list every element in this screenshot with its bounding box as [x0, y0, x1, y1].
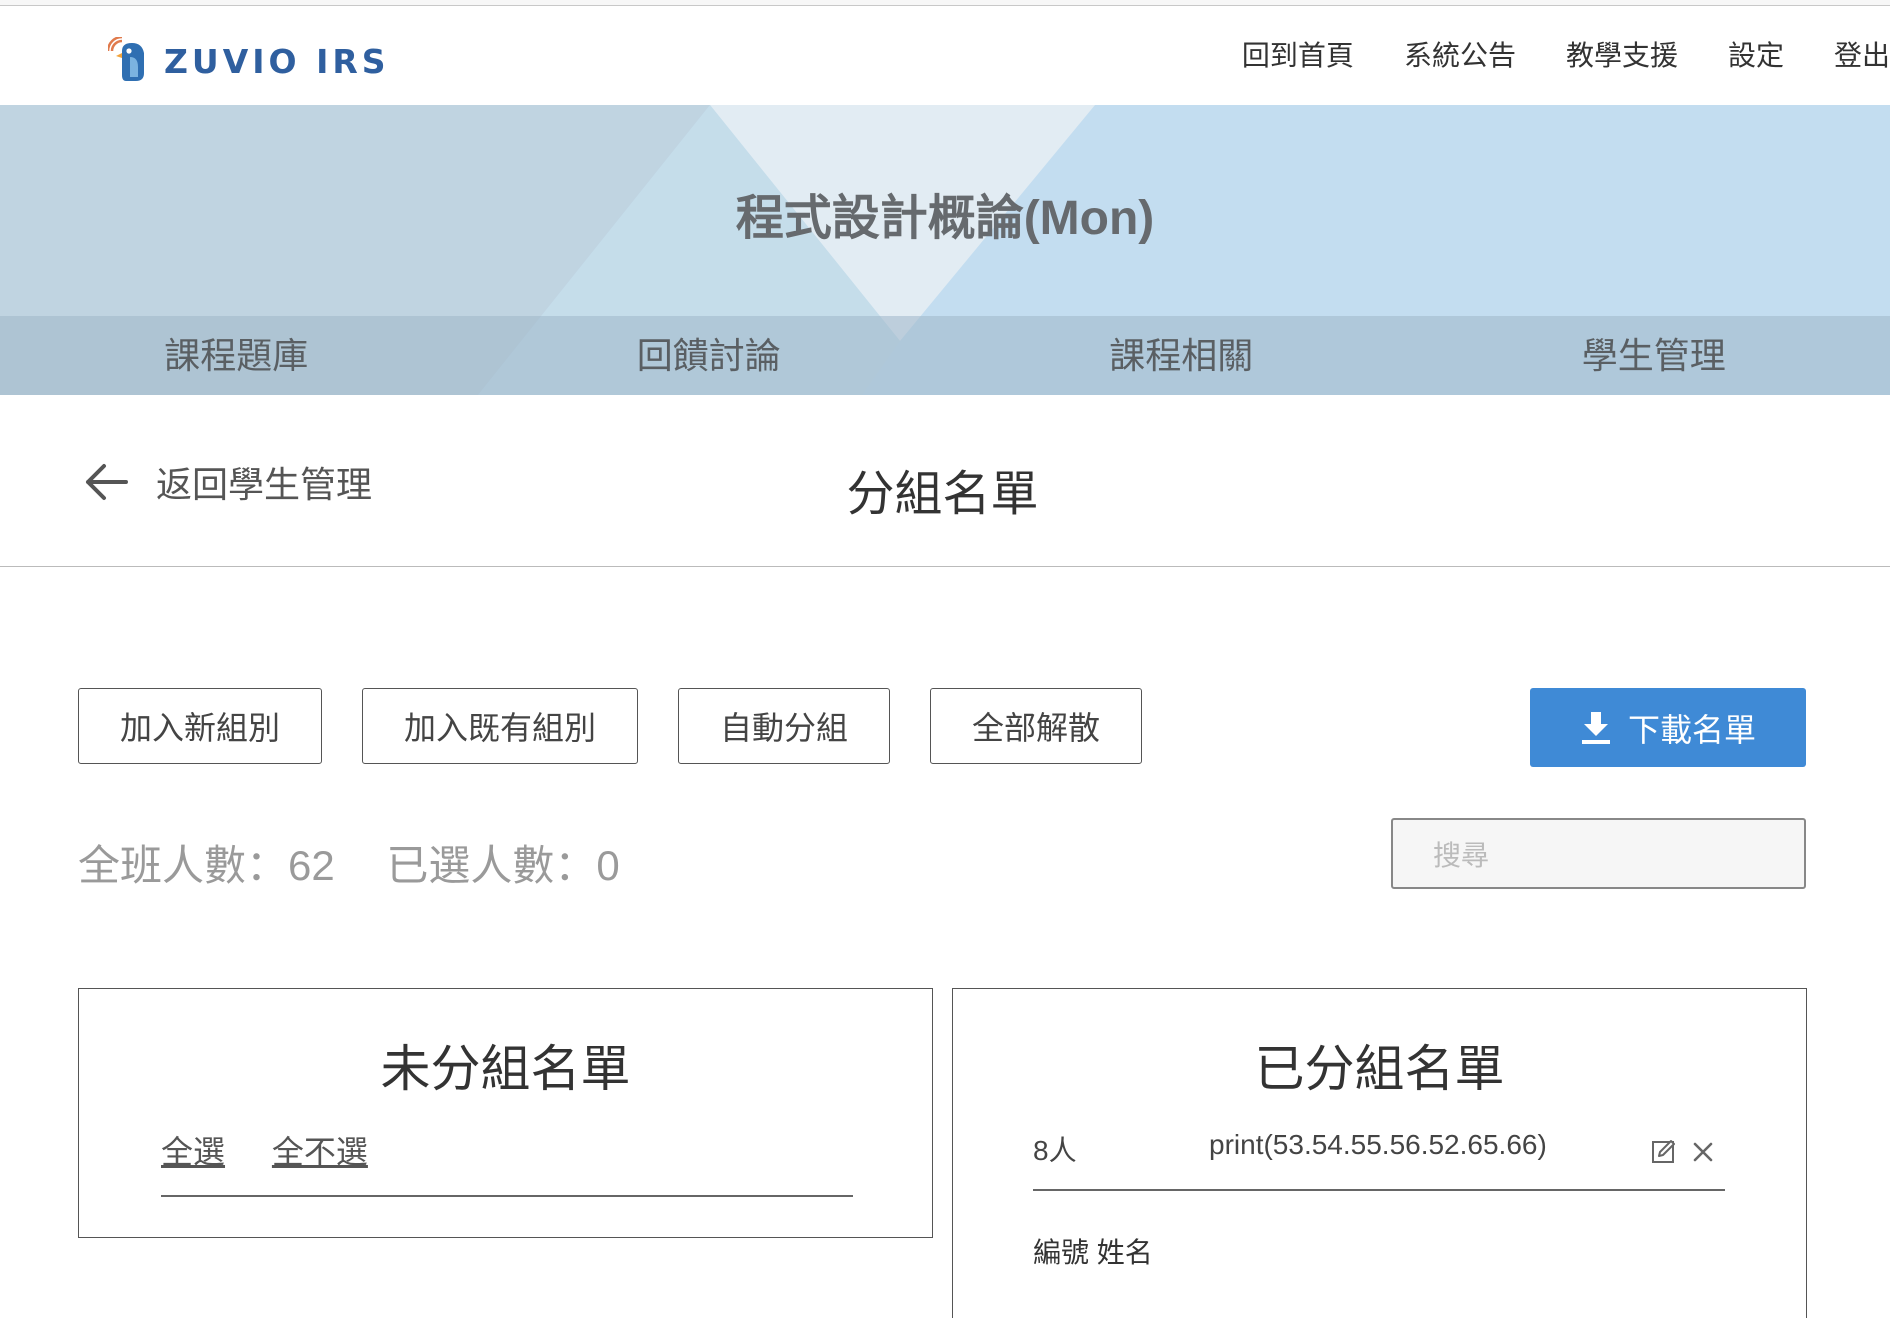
grouped-title: 已分組名單 [953, 1029, 1806, 1101]
nav-announcements[interactable]: 系統公告 [1404, 34, 1516, 74]
course-title: 程式設計概論(Mon) [0, 178, 1890, 248]
select-all-link[interactable]: 全選 [161, 1134, 225, 1170]
search-placeholder: 搜尋 [1433, 834, 1489, 874]
tab-question-bank[interactable]: 課程題庫 [0, 316, 473, 395]
brand-name: ZUVIO IRS [164, 42, 390, 81]
add-new-group-button[interactable]: 加入新組別 [78, 688, 322, 764]
download-icon [1580, 710, 1612, 746]
ungrouped-title: 未分組名單 [79, 1029, 932, 1101]
nav-teaching-support[interactable]: 教學支援 [1566, 34, 1678, 74]
download-label: 下載名單 [1628, 705, 1756, 751]
student-stats: 全班人數：62 已選人數：0 [78, 832, 660, 893]
download-list-button[interactable]: 下載名單 [1530, 688, 1806, 767]
page-title: 分組名單 [0, 454, 1885, 524]
group-count: 8人 [1033, 1129, 1077, 1169]
nav-home[interactable]: 回到首頁 [1242, 34, 1354, 74]
selection-links: 全選 全不選 [161, 1127, 406, 1173]
top-nav: 回到首頁 系統公告 教學支援 設定 登出 [1242, 34, 1890, 74]
group-name: print(53.54.55.56.52.65.66) [1209, 1129, 1547, 1161]
close-icon[interactable] [1691, 1140, 1715, 1164]
ungrouped-divider [161, 1195, 853, 1197]
brand-logo[interactable]: ZUVIO IRS [108, 36, 390, 86]
course-banner: 程式設計概論(Mon) 課程題庫 回饋討論 課程相關 學生管理 [0, 105, 1890, 395]
nav-settings[interactable]: 設定 [1728, 34, 1784, 74]
search-input[interactable]: 搜尋 [1391, 818, 1806, 889]
group-divider [1033, 1189, 1725, 1191]
auto-group-button[interactable]: 自動分組 [678, 688, 890, 764]
dissolve-all-button[interactable]: 全部解散 [930, 688, 1142, 764]
sub-header: 返回學生管理 分組名單 [0, 396, 1890, 567]
add-existing-group-button[interactable]: 加入既有組別 [362, 688, 638, 764]
tab-feedback[interactable]: 回饋討論 [473, 316, 946, 395]
edit-icon[interactable] [1650, 1137, 1678, 1165]
select-none-link[interactable]: 全不選 [272, 1134, 368, 1170]
total-count: 全班人數：62 [78, 842, 335, 889]
bird-logo-icon [108, 37, 154, 85]
nav-logout[interactable]: 登出 [1834, 34, 1890, 74]
ungrouped-panel: 未分組名單 全選 全不選 [78, 988, 933, 1238]
tab-course-related[interactable]: 課程相關 [945, 316, 1418, 395]
top-navbar: ZUVIO IRS 回到首頁 系統公告 教學支援 設定 登出 [0, 6, 1890, 104]
grouped-panel: 已分組名單 8人 print(53.54.55.56.52.65.66) 編號 … [952, 988, 1807, 1318]
tab-student-management[interactable]: 學生管理 [1418, 316, 1890, 395]
course-tabs: 課程題庫 回饋討論 課程相關 學生管理 [0, 316, 1890, 395]
group-columns-header: 編號 姓名 [1033, 1231, 1153, 1271]
selected-count: 已選人數：0 [386, 842, 619, 889]
